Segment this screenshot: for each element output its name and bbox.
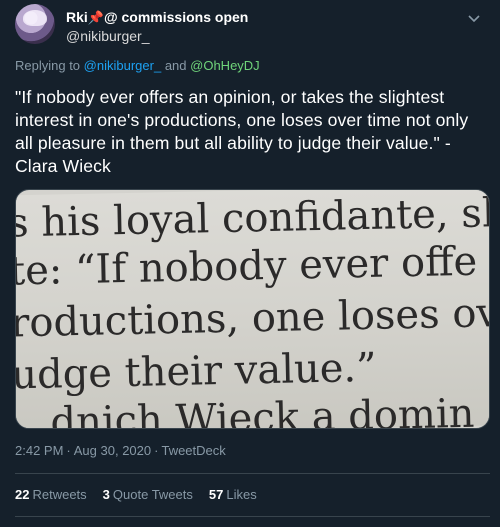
replying-prefix: Replying to <box>15 58 81 73</box>
tweet-source[interactable]: TweetDeck <box>161 443 225 458</box>
quote-tweets-stat[interactable]: 3 Quote Tweets <box>103 487 193 502</box>
photo-text-line: roductions, one loses ov <box>15 290 490 347</box>
tweet-card: Rki📌@ commissions open @nikiburger_ Repl… <box>0 0 500 527</box>
tweet-time[interactable]: 2:42 PM <box>15 443 63 458</box>
chevron-down-icon[interactable] <box>466 10 482 26</box>
tweet-meta: 2:42 PM · Aug 30, 2020 · TweetDeck <box>15 443 226 458</box>
likes-label: Likes <box>226 487 257 502</box>
photo-text-line: ...dnich Wieck a domin <box>15 390 475 429</box>
avatar[interactable] <box>15 4 55 44</box>
book-page-photo: s his loyal confidante, she te: “If nobo… <box>15 189 490 429</box>
quote-tweets-label: Quote Tweets <box>112 487 193 502</box>
display-name[interactable]: Rki📌@ commissions open <box>66 8 248 27</box>
photo-text-line: udge their value.” <box>15 344 378 399</box>
display-name-badge: @ commissions open <box>103 9 249 25</box>
retweets-stat[interactable]: 22 Retweets <box>15 487 87 502</box>
photo-text-line: te: “If nobody ever offe <box>15 238 478 295</box>
mention-link-ohheydj[interactable]: @OhHeyDJ <box>190 58 260 73</box>
display-name-text: Rki <box>66 9 88 25</box>
replying-to: Replying to @nikiburger_ and @OhHeyDJ <box>15 58 260 73</box>
tweet-date[interactable]: Aug 30, 2020 <box>74 443 151 458</box>
author-handle[interactable]: @nikiburger_ <box>66 27 248 45</box>
tweet-stats: 22 Retweets 3 Quote Tweets 57 Likes <box>15 487 257 502</box>
author-names: Rki📌@ commissions open @nikiburger_ <box>66 8 248 45</box>
quote-tweets-count: 3 <box>102 487 110 502</box>
meta-separator: · <box>154 443 159 458</box>
tweet-header: Rki📌@ commissions open @nikiburger_ <box>15 4 490 48</box>
pushpin-icon: 📌 <box>87 10 104 25</box>
replying-joiner: and <box>164 58 187 73</box>
retweets-label: Retweets <box>32 487 87 502</box>
divider <box>15 473 490 474</box>
retweets-count: 22 <box>15 487 30 502</box>
likes-stat[interactable]: 57 Likes <box>209 487 257 502</box>
tweet-media-photo[interactable]: s his loyal confidante, she te: “If nobo… <box>15 189 490 429</box>
mention-link-nikiburger[interactable]: @nikiburger_ <box>84 58 162 73</box>
meta-separator: · <box>66 443 71 458</box>
chevron-down-svg <box>468 15 480 23</box>
divider <box>15 516 490 517</box>
likes-count: 57 <box>208 487 224 502</box>
photo-text-line: s his loyal confidante, she <box>15 189 490 247</box>
tweet-text: "If nobody ever offers an opinion, or ta… <box>15 87 469 176</box>
